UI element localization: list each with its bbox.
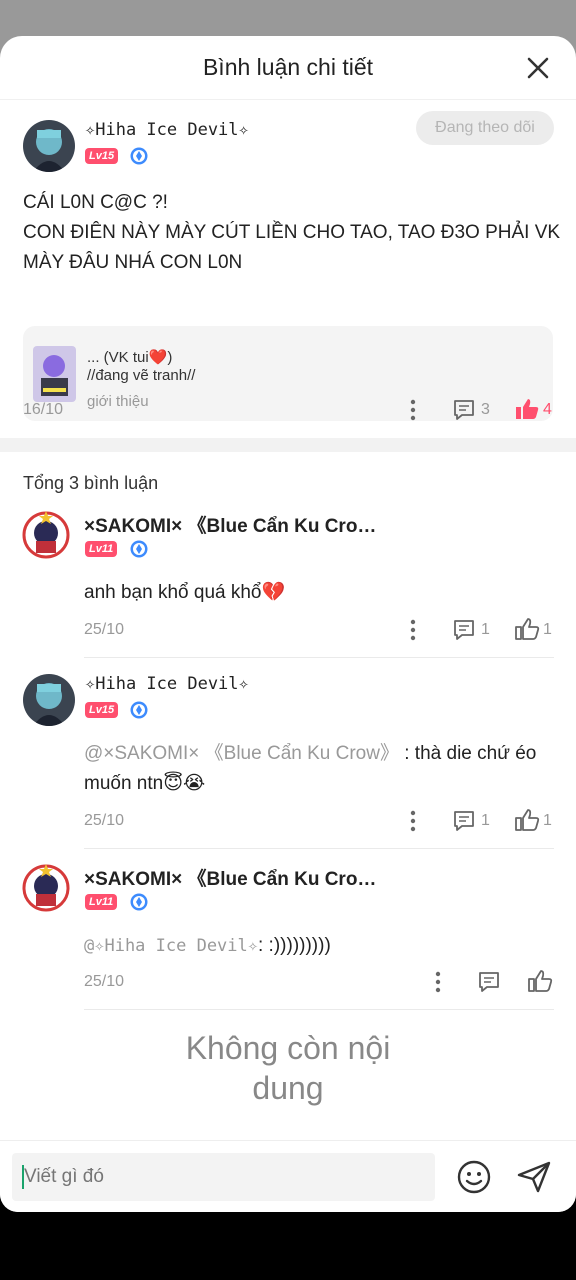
post-author-avatar[interactable] <box>23 120 75 172</box>
comment-author-avatar[interactable] <box>23 674 75 726</box>
linked-post-thumbnail <box>33 346 76 402</box>
section-divider <box>0 438 576 452</box>
verified-icon <box>130 701 148 719</box>
verified-icon <box>130 147 148 165</box>
reply-icon[interactable] <box>452 618 476 642</box>
linked-post-title: ... (VK tui❤️) <box>87 349 173 366</box>
comment-composer <box>0 1140 576 1212</box>
level-badge: Lv11 <box>85 894 118 910</box>
level-badge: Lv11 <box>85 541 118 557</box>
reply-count: 1 <box>481 621 490 638</box>
comment-author-avatar[interactable] <box>20 507 72 559</box>
like-icon[interactable] <box>514 617 540 641</box>
emoji-icon[interactable] <box>457 1160 491 1194</box>
comment-author-name[interactable]: ×SAKOMI× 《Blue Cẩn Ku Cro… <box>84 864 376 891</box>
reply-icon[interactable] <box>477 970 501 994</box>
post-body-line: CON ĐIÊN NÀY MÀY CÚT LIỀN CHO TAO, TAO Đ… <box>23 222 561 273</box>
comment-date: 25/10 <box>84 973 125 990</box>
like-icon-active[interactable] <box>514 397 540 421</box>
close-button[interactable] <box>526 56 550 80</box>
like-count: 1 <box>543 621 552 638</box>
more-icon[interactable] <box>403 619 423 641</box>
system-nav-area <box>0 1212 576 1280</box>
comment-count: 3 <box>481 401 490 418</box>
comment-input[interactable] <box>24 1166 424 1188</box>
comment-author-avatar[interactable] <box>20 860 72 912</box>
mention-link[interactable]: @✧Hiha Ice Devil✧ <box>84 936 258 956</box>
comment-author-name[interactable]: ✧Hiha Ice Devil✧ <box>85 674 249 694</box>
more-icon[interactable] <box>403 399 423 421</box>
following-button[interactable]: Đang theo dõi <box>416 111 554 145</box>
comment-detail-sheet: Bình luận chi tiết ✧Hiha Ice Devil✧ Lv15… <box>0 36 576 1212</box>
comment-text: anh bạn khổ quá khổ💔 <box>84 582 286 603</box>
post-body: CÁI L0N C@C ?! CON ĐIÊN NÀY MÀY CÚT LIỀN… <box>23 188 563 278</box>
post-body-line: CÁI L0N C@C ?! <box>23 192 168 213</box>
comment-divider <box>84 1009 554 1010</box>
reply-icon[interactable] <box>452 809 476 833</box>
close-icon <box>527 57 549 79</box>
mention-link[interactable]: @×SAKOMI× 《Blue Cẩn Ku Crow》 <box>84 743 399 764</box>
end-of-list-label: Không còn nội dung <box>185 1030 391 1106</box>
level-badge: Lv15 <box>85 148 119 164</box>
reply-count: 1 <box>481 812 490 829</box>
comment-date: 25/10 <box>84 621 125 638</box>
like-icon[interactable] <box>514 808 540 832</box>
like-count: 4 <box>543 401 552 418</box>
sheet-header: Bình luận chi tiết <box>0 36 576 100</box>
post-date: 16/10 <box>23 401 64 418</box>
total-comments-label: Tổng 3 bình luận <box>23 473 159 493</box>
page-title: Bình luận chi tiết <box>202 54 374 80</box>
comment-input-box[interactable] <box>12 1153 435 1201</box>
comment-date: 25/10 <box>84 812 125 829</box>
like-count: 1 <box>543 812 552 829</box>
comment-text-body: : :))))))))) <box>258 935 331 956</box>
verified-icon <box>130 540 148 558</box>
comment-author-name[interactable]: ×SAKOMI× 《Blue Cẩn Ku Cro… <box>84 511 376 538</box>
more-icon[interactable] <box>428 971 448 993</box>
comment-text: @×SAKOMI× 《Blue Cẩn Ku Crow》 : thà die c… <box>84 739 554 799</box>
comment-text: @✧Hiha Ice Devil✧: :))))))))) <box>84 931 554 961</box>
send-icon[interactable] <box>516 1160 552 1194</box>
verified-icon <box>130 893 148 911</box>
level-badge: Lv15 <box>85 702 119 718</box>
linked-post-subtitle: //đang vẽ tranh// <box>87 367 196 384</box>
comment-divider <box>84 848 554 849</box>
comment-icon[interactable] <box>452 398 476 422</box>
comment-divider <box>84 657 554 658</box>
linked-post-tag: giới thiệu <box>87 393 149 410</box>
post-author-name[interactable]: ✧Hiha Ice Devil✧ <box>85 120 249 140</box>
like-icon[interactable] <box>527 969 553 993</box>
more-icon[interactable] <box>403 810 423 832</box>
